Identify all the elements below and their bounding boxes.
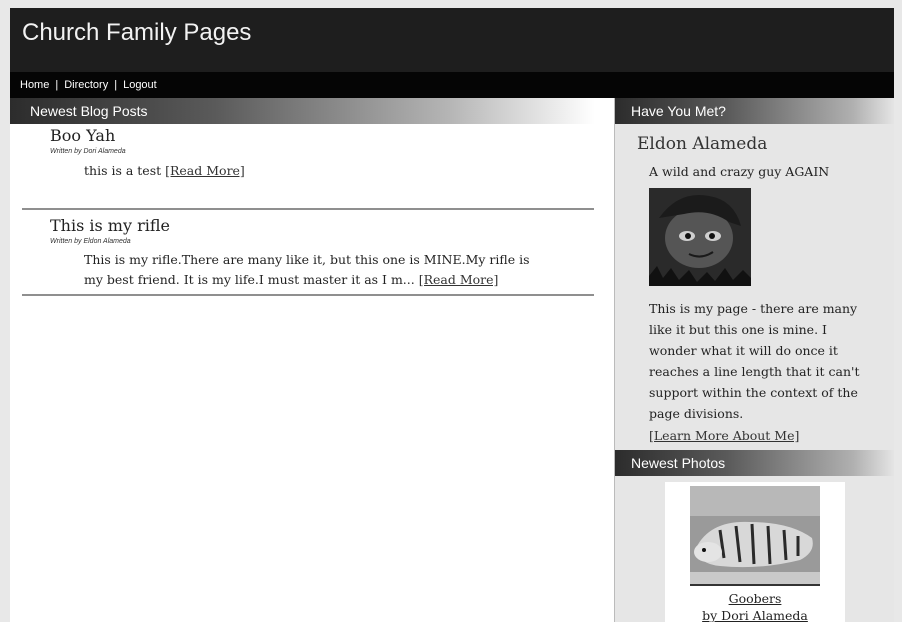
featured-member-tagline: A wild and crazy guy AGAIN: [649, 164, 830, 179]
blog-post: This is my rifle Written by Eldon Alamed…: [22, 210, 594, 296]
photo-caption[interactable]: Goobers by Dori Alameda: [665, 590, 845, 622]
read-more-link[interactable]: [Read More]: [165, 163, 245, 178]
photo-card: Goobers by Dori Alameda: [665, 482, 845, 622]
tiger-photo[interactable]: [690, 486, 820, 586]
post-title[interactable]: This is my rifle: [50, 216, 170, 235]
post-excerpt-text: my best friend. It is my life.I must mas…: [84, 272, 415, 287]
post-excerpt: This is my rifle.There are many like it,…: [84, 250, 530, 290]
site-header: Church Family Pages: [10, 8, 894, 72]
post-excerpt-text: this is a test: [84, 163, 162, 178]
sidebar: Have You Met? Eldon Alameda A wild and c…: [614, 98, 894, 622]
page: Church Family Pages Home | Directory | Logou…: [10, 8, 894, 622]
photo-title[interactable]: Goobers: [665, 590, 845, 607]
post-excerpt-line: my best friend. It is my life.I must mas…: [84, 270, 530, 290]
have-you-met-heading: Have You Met?: [615, 98, 894, 124]
site-title[interactable]: Church Family Pages: [22, 19, 251, 47]
read-more-link[interactable]: [Read More]: [419, 272, 499, 287]
learn-more-link[interactable]: [Learn More About Me]: [649, 428, 799, 443]
post-excerpt: this is a test [Read More]: [84, 161, 245, 181]
nav-directory-link[interactable]: Directory: [64, 79, 108, 91]
nav-separator: |: [114, 79, 118, 91]
post-byline: Written by Eldon Alameda: [50, 238, 131, 245]
post-byline: Written by Dori Alameda: [50, 148, 126, 155]
post-title[interactable]: Boo Yah: [50, 126, 115, 145]
photo-byline[interactable]: by Dori Alameda: [665, 607, 845, 622]
nav-home-link[interactable]: Home: [20, 79, 49, 91]
newest-photos-heading: Newest Photos: [615, 450, 894, 476]
featured-member-bio: This is my page - there are many like it…: [649, 301, 860, 421]
nav-logout-link[interactable]: Logout: [123, 79, 157, 91]
featured-member-name[interactable]: Eldon Alameda: [637, 134, 767, 154]
blog-post: Boo Yah Written by Dori Alameda this is …: [22, 124, 594, 210]
blog-section-heading: Newest Blog Posts: [10, 98, 595, 124]
nav-bar: Home | Directory | Logout: [10, 72, 894, 98]
main-content: Newest Blog Posts Boo Yah Written by Dor…: [10, 98, 614, 622]
post-excerpt-line: This is my rifle.There are many like it,…: [84, 252, 530, 267]
nav-separator: |: [55, 79, 59, 91]
cartoon-face-avatar[interactable]: [649, 188, 751, 286]
